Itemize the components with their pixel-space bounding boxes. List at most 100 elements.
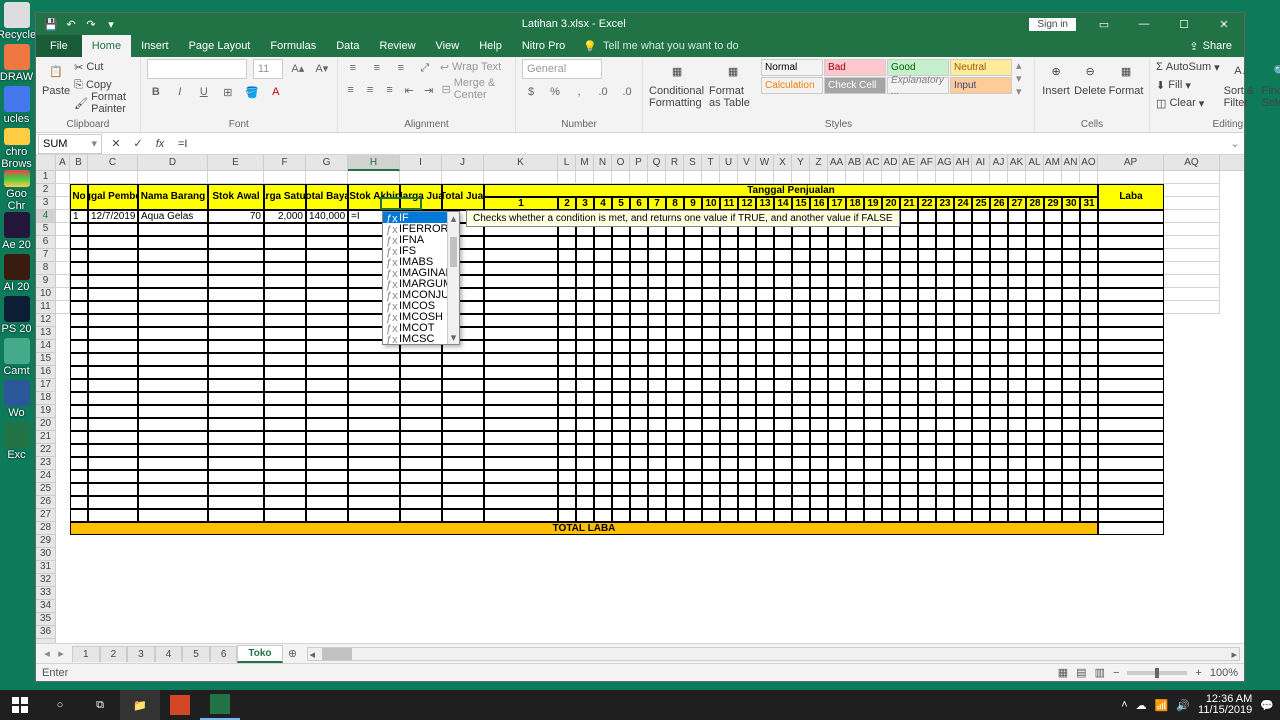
cell[interactable] (810, 392, 828, 405)
cell[interactable] (828, 509, 846, 522)
cell[interactable] (666, 275, 684, 288)
cell[interactable] (972, 457, 990, 470)
cell[interactable] (576, 327, 594, 340)
cell[interactable] (630, 405, 648, 418)
cell[interactable] (88, 288, 138, 301)
cell[interactable] (1008, 223, 1026, 236)
cell[interactable] (972, 327, 990, 340)
sheet-nav[interactable]: ◂▸ (36, 647, 72, 660)
cell[interactable] (558, 340, 576, 353)
cell[interactable] (684, 457, 702, 470)
cell[interactable] (666, 288, 684, 301)
cell[interactable] (1062, 496, 1080, 509)
ribbon-options-button[interactable]: ▭ (1084, 13, 1124, 35)
cell[interactable] (306, 301, 348, 314)
cell[interactable] (720, 444, 738, 457)
cell[interactable] (720, 483, 738, 496)
cell[interactable] (738, 314, 756, 327)
cell[interactable] (774, 353, 792, 366)
cell[interactable] (936, 223, 954, 236)
cell[interactable] (306, 262, 348, 275)
cell[interactable] (70, 327, 88, 340)
cell[interactable] (1062, 418, 1080, 431)
cell[interactable] (306, 314, 348, 327)
sheet-tab[interactable]: 4 (155, 646, 183, 662)
cell[interactable] (558, 483, 576, 496)
sheet-tab[interactable]: 5 (182, 646, 210, 662)
cell[interactable]: 10 (702, 197, 720, 210)
cell[interactable]: 3 (576, 197, 594, 210)
maximize-button[interactable]: ☐ (1164, 13, 1204, 35)
cell[interactable] (442, 496, 484, 509)
row-header[interactable]: 16 (36, 366, 55, 379)
cell[interactable] (756, 496, 774, 509)
cell[interactable] (612, 366, 630, 379)
cell[interactable] (828, 314, 846, 327)
cell[interactable] (972, 379, 990, 392)
cell[interactable] (1098, 301, 1164, 314)
cell[interactable] (1026, 262, 1044, 275)
cell[interactable] (810, 262, 828, 275)
tab-help[interactable]: Help (469, 35, 512, 57)
cell[interactable]: 24 (954, 197, 972, 210)
cell[interactable] (846, 327, 864, 340)
cell[interactable] (972, 210, 990, 223)
cell[interactable] (612, 353, 630, 366)
cell[interactable] (576, 275, 594, 288)
cell[interactable] (594, 262, 612, 275)
task-view-button[interactable]: ⧉ (80, 690, 120, 720)
cell[interactable] (594, 236, 612, 249)
cell[interactable] (70, 431, 88, 444)
cell[interactable] (864, 483, 882, 496)
cell[interactable] (1008, 470, 1026, 483)
cell[interactable] (138, 431, 208, 444)
cell[interactable] (918, 457, 936, 470)
cell[interactable] (612, 496, 630, 509)
cell[interactable] (792, 262, 810, 275)
format-painter-button[interactable]: 🖌Format Painter (74, 95, 134, 111)
cell[interactable] (774, 327, 792, 340)
cell[interactable] (1098, 210, 1164, 223)
desktop-icon[interactable]: DRAW (0, 44, 33, 86)
cell[interactable] (936, 431, 954, 444)
cell[interactable] (936, 418, 954, 431)
cell[interactable] (846, 353, 864, 366)
col-header[interactable]: K (484, 155, 558, 171)
cell[interactable] (558, 405, 576, 418)
cell[interactable] (1026, 444, 1044, 457)
cell[interactable] (918, 301, 936, 314)
cell[interactable] (864, 392, 882, 405)
cell[interactable] (1062, 301, 1080, 314)
cell[interactable] (810, 275, 828, 288)
cell[interactable] (990, 457, 1008, 470)
cell[interactable] (1080, 470, 1098, 483)
cell[interactable] (756, 262, 774, 275)
cell[interactable] (738, 288, 756, 301)
cell[interactable] (1044, 236, 1062, 249)
cell[interactable] (864, 379, 882, 392)
merge-button[interactable]: ⊟Merge & Center (441, 81, 509, 97)
cell[interactable] (558, 275, 576, 288)
col-header[interactable]: AH (954, 155, 972, 171)
cell[interactable] (138, 366, 208, 379)
cell[interactable] (918, 470, 936, 483)
cell[interactable] (576, 470, 594, 483)
cell[interactable] (882, 457, 900, 470)
cell[interactable] (828, 301, 846, 314)
cell[interactable] (1062, 392, 1080, 405)
col-header[interactable]: W (756, 155, 774, 171)
cell[interactable] (70, 314, 88, 327)
spreadsheet-grid[interactable]: ABCDEFGHIJKLMNOPQRSTUVWXYZAAABACADAEAFAG… (36, 155, 1244, 643)
cell[interactable] (828, 431, 846, 444)
cell[interactable] (756, 327, 774, 340)
desktop-icon[interactable]: Goo Chr (0, 170, 33, 212)
cell[interactable] (88, 275, 138, 288)
cell[interactable] (720, 379, 738, 392)
cell[interactable] (954, 288, 972, 301)
cell[interactable] (400, 405, 442, 418)
cell[interactable]: 31 (1080, 197, 1098, 210)
cell[interactable] (810, 496, 828, 509)
cell[interactable] (684, 327, 702, 340)
column-headers[interactable]: ABCDEFGHIJKLMNOPQRSTUVWXYZAAABACADAEAFAG… (56, 155, 1244, 171)
cell[interactable] (1026, 301, 1044, 314)
